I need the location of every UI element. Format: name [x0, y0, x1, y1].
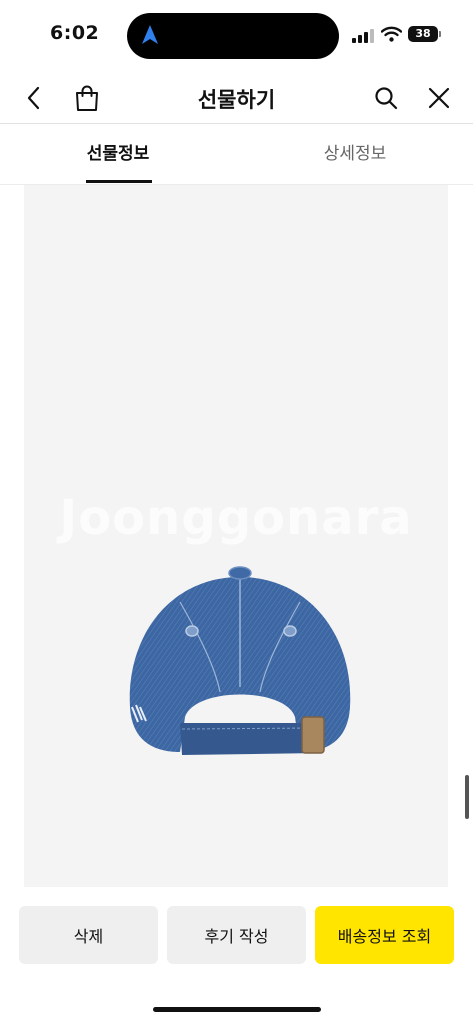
close-button[interactable] [423, 82, 455, 114]
status-bar: 6:02 38 [0, 0, 473, 72]
delete-button[interactable]: 삭제 [19, 906, 158, 964]
tab-bar: 선물정보 상세정보 [0, 125, 473, 185]
page-title: 선물하기 [197, 88, 276, 112]
search-icon [375, 87, 398, 110]
active-tab-indicator [86, 180, 152, 183]
tab-gift-info[interactable]: 선물정보 [0, 125, 236, 185]
screen: 6:02 38 선물하기 선물정보 상세정보 Joonggonara 삭제 후기… [0, 0, 473, 1024]
shipping-info-button[interactable]: 배송정보 조회 [315, 906, 454, 964]
close-icon [428, 87, 450, 109]
watermark: Joonggonara [59, 490, 413, 546]
write-review-button[interactable]: 후기 작성 [167, 906, 306, 964]
home-indicator[interactable] [153, 1007, 321, 1012]
cap-image [129, 566, 351, 755]
product-image: Joonggonara [24, 185, 448, 887]
search-button[interactable] [370, 82, 402, 114]
header: 선물하기 [0, 72, 473, 124]
scrollbar[interactable] [465, 775, 469, 819]
dynamic-island [127, 13, 339, 59]
battery-icon: 38 [408, 26, 438, 42]
bottom-action-bar: 삭제 후기 작성 배송정보 조회 [0, 887, 473, 1024]
signal-icon [352, 29, 374, 43]
tab-detail-info[interactable]: 상세정보 [237, 125, 473, 185]
wifi-icon [381, 26, 402, 42]
battery-cap [439, 31, 441, 37]
status-time: 6:02 [50, 22, 100, 44]
location-arrow-icon [142, 25, 158, 44]
